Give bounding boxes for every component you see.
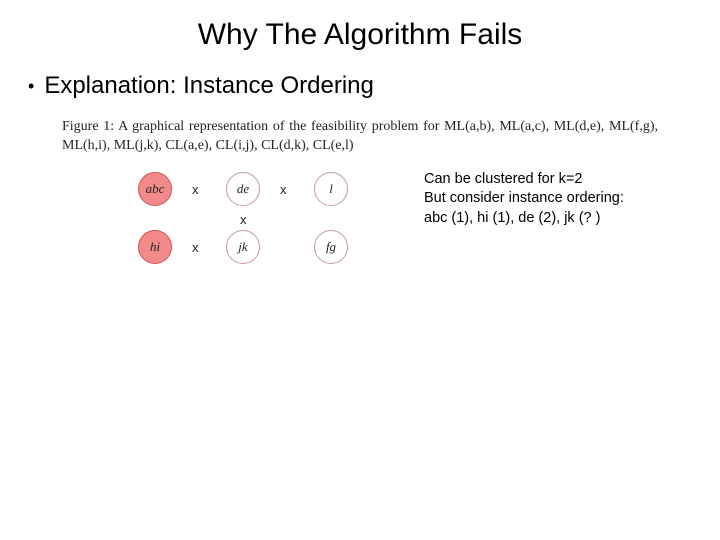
bullet-row: • Explanation: Instance Ordering (0, 72, 720, 118)
node-fg: fg (314, 230, 348, 264)
node-hi: hi (138, 230, 172, 264)
constraint-graph: abc de l hi jk fg x x x x (130, 166, 410, 276)
figure-caption: Figure 1: A graphical representation of … (0, 118, 720, 166)
cl-mark-abc-de: x (192, 183, 199, 196)
side-annotation: Can be clustered for k=2 But consider in… (410, 166, 624, 229)
side-line-3: abc (1), hi (1), de (2), jk (? ) (424, 209, 624, 229)
node-abc: abc (138, 172, 172, 206)
cl-mark-de-jk: x (240, 213, 247, 226)
cl-mark-hi-jk: x (192, 241, 199, 254)
cl-mark-de-l: x (280, 183, 287, 196)
side-line-2: But consider instance ordering: (424, 189, 624, 209)
node-de: de (226, 172, 260, 206)
bullet-text: Explanation: Instance Ordering (44, 72, 374, 100)
slide-title: Why The Algorithm Fails (0, 0, 720, 72)
side-line-1: Can be clustered for k=2 (424, 170, 624, 190)
node-jk: jk (226, 230, 260, 264)
bullet-marker: • (28, 72, 44, 100)
node-l: l (314, 172, 348, 206)
content-row: abc de l hi jk fg x x x x Can be cluster… (0, 166, 720, 276)
